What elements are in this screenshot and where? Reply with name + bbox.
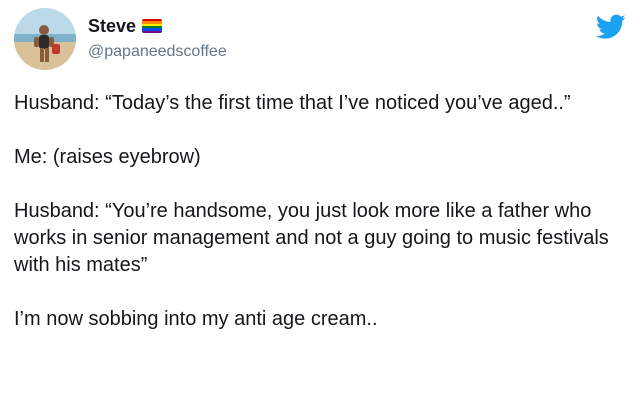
rainbow-flag-icon <box>142 19 163 33</box>
tweet-card: Steve @papaneedscoffee Husband: “Today’s… <box>0 0 640 412</box>
tweet-paragraph: I’m now sobbing into my anti age cream.. <box>14 308 378 330</box>
avatar[interactable] <box>14 8 76 70</box>
avatar-photo <box>14 8 76 70</box>
display-name-row: Steve <box>88 14 227 38</box>
display-name[interactable]: Steve <box>88 14 136 38</box>
tweet-paragraph: Me: (raises eyebrow) <box>14 146 201 168</box>
tweet-header: Steve @papaneedscoffee <box>14 8 626 70</box>
author-names: Steve @papaneedscoffee <box>88 14 227 64</box>
twitter-bird-icon[interactable] <box>596 14 626 40</box>
tweet-text: Husband: “Today’s the first time that I’… <box>14 90 626 333</box>
user-handle[interactable]: @papaneedscoffee <box>88 40 227 64</box>
tweet-paragraph: Husband: “Today’s the first time that I’… <box>14 92 571 114</box>
tweet-paragraph: Husband: “You’re handsome, you just look… <box>14 200 615 276</box>
